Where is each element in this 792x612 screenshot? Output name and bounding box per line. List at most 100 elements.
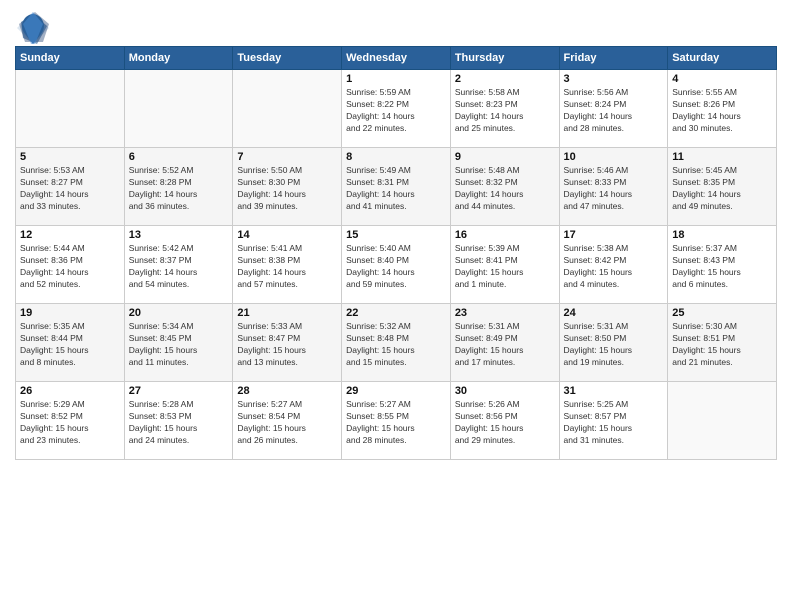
calendar-cell: 3 Sunrise: 5:56 AM Sunset: 8:24 PM Daylig… — [559, 70, 668, 148]
calendar-cell: 13Sunrise: 5:42 AM Sunset: 8:37 PM Dayli… — [124, 226, 233, 304]
calendar-cell: 18 Sunrise: 5:37 AM Sunset: 8:43 PM Dayli… — [668, 226, 777, 304]
calendar-cell: 25 Sunrise: 5:30 AM Sunset: 8:51 PM Dayli… — [668, 304, 777, 382]
day-number: 17 — [564, 229, 664, 241]
calendar-week-row: 12Sunrise: 5:44 AM Sunset: 8:36 PM Dayli… — [16, 226, 777, 304]
calendar-cell: 28 Sunrise: 5:27 AM Sunset: 8:54 PM Dayli… — [233, 382, 342, 460]
day-number: 4 — [672, 73, 772, 85]
day-info: Sunrise: 5:27 AM Sunset: 8:55 PM Dayligh… — [346, 399, 446, 447]
weekday-header: Tuesday — [233, 47, 342, 70]
calendar-cell: 15 Sunrise: 5:40 AM Sunset: 8:40 PM Dayli… — [342, 226, 451, 304]
day-number: 26 — [20, 385, 120, 397]
calendar-table: SundayMondayTuesdayWednesdayThursdayFrid… — [15, 46, 777, 460]
day-info: Sunrise: 5:58 AM Sunset: 8:23 PM Dayligh… — [455, 87, 555, 135]
day-info: Sunrise: 5:59 AM Sunset: 8:22 PM Dayligh… — [346, 87, 446, 135]
calendar-cell: 1 Sunrise: 5:59 AM Sunset: 8:22 PM Daylig… — [342, 70, 451, 148]
weekday-header: Friday — [559, 47, 668, 70]
day-info: Sunrise: 5:45 AM Sunset: 8:35 PM Dayligh… — [672, 165, 772, 213]
day-number: 29 — [346, 385, 446, 397]
day-info: Sunrise: 5:30 AM Sunset: 8:51 PM Dayligh… — [672, 321, 772, 369]
weekday-header: Wednesday — [342, 47, 451, 70]
day-number: 14 — [237, 229, 337, 241]
calendar-cell: 27 Sunrise: 5:28 AM Sunset: 8:53 PM Dayli… — [124, 382, 233, 460]
day-number: 31 — [564, 385, 664, 397]
day-info: Sunrise: 5:41 AM Sunset: 8:38 PM Dayligh… — [237, 243, 337, 291]
day-info: Sunrise: 5:40 AM Sunset: 8:40 PM Dayligh… — [346, 243, 446, 291]
day-number: 7 — [237, 151, 337, 163]
logo-icon — [15, 10, 43, 38]
day-number: 1 — [346, 73, 446, 85]
calendar-cell: 12Sunrise: 5:44 AM Sunset: 8:36 PM Dayli… — [16, 226, 125, 304]
day-info: Sunrise: 5:27 AM Sunset: 8:54 PM Dayligh… — [237, 399, 337, 447]
day-info: Sunrise: 5:28 AM Sunset: 8:53 PM Dayligh… — [129, 399, 229, 447]
calendar-cell: 6Sunrise: 5:52 AM Sunset: 8:28 PM Daylig… — [124, 148, 233, 226]
header — [15, 10, 777, 38]
day-number: 3 — [564, 73, 664, 85]
calendar-cell: 10 Sunrise: 5:46 AM Sunset: 8:33 PM Dayli… — [559, 148, 668, 226]
weekday-header: Sunday — [16, 47, 125, 70]
day-info: Sunrise: 5:50 AM Sunset: 8:30 PM Dayligh… — [237, 165, 337, 213]
day-info: Sunrise: 5:38 AM Sunset: 8:42 PM Dayligh… — [564, 243, 664, 291]
day-number: 21 — [237, 307, 337, 319]
day-info: Sunrise: 5:29 AM Sunset: 8:52 PM Dayligh… — [20, 399, 120, 447]
day-info: Sunrise: 5:46 AM Sunset: 8:33 PM Dayligh… — [564, 165, 664, 213]
calendar-cell: 2 Sunrise: 5:58 AM Sunset: 8:23 PM Daylig… — [450, 70, 559, 148]
weekday-header: Monday — [124, 47, 233, 70]
weekday-header-row: SundayMondayTuesdayWednesdayThursdayFrid… — [16, 47, 777, 70]
day-number: 8 — [346, 151, 446, 163]
day-info: Sunrise: 5:25 AM Sunset: 8:57 PM Dayligh… — [564, 399, 664, 447]
day-info: Sunrise: 5:34 AM Sunset: 8:45 PM Dayligh… — [129, 321, 229, 369]
calendar-cell: 31 Sunrise: 5:25 AM Sunset: 8:57 PM Dayli… — [559, 382, 668, 460]
day-number: 12 — [20, 229, 120, 241]
day-number: 27 — [129, 385, 229, 397]
calendar-cell — [16, 70, 125, 148]
day-number: 15 — [346, 229, 446, 241]
day-info: Sunrise: 5:37 AM Sunset: 8:43 PM Dayligh… — [672, 243, 772, 291]
day-number: 5 — [20, 151, 120, 163]
day-info: Sunrise: 5:42 AM Sunset: 8:37 PM Dayligh… — [129, 243, 229, 291]
day-info: Sunrise: 5:33 AM Sunset: 8:47 PM Dayligh… — [237, 321, 337, 369]
day-number: 23 — [455, 307, 555, 319]
day-info: Sunrise: 5:56 AM Sunset: 8:24 PM Dayligh… — [564, 87, 664, 135]
calendar-cell: 7 Sunrise: 5:50 AM Sunset: 8:30 PM Daylig… — [233, 148, 342, 226]
logo — [15, 10, 45, 38]
weekday-header: Saturday — [668, 47, 777, 70]
day-number: 16 — [455, 229, 555, 241]
calendar-cell: 8Sunrise: 5:49 AM Sunset: 8:31 PM Daylig… — [342, 148, 451, 226]
calendar-cell: 24 Sunrise: 5:31 AM Sunset: 8:50 PM Dayli… — [559, 304, 668, 382]
calendar-cell: 20 Sunrise: 5:34 AM Sunset: 8:45 PM Dayli… — [124, 304, 233, 382]
day-info: Sunrise: 5:53 AM Sunset: 8:27 PM Dayligh… — [20, 165, 120, 213]
calendar-cell — [233, 70, 342, 148]
day-number: 11 — [672, 151, 772, 163]
day-number: 30 — [455, 385, 555, 397]
calendar-cell: 11 Sunrise: 5:45 AM Sunset: 8:35 PM Dayli… — [668, 148, 777, 226]
calendar-cell: 16 Sunrise: 5:39 AM Sunset: 8:41 PM Dayli… — [450, 226, 559, 304]
weekday-header: Thursday — [450, 47, 559, 70]
calendar-cell: 5 Sunrise: 5:53 AM Sunset: 8:27 PM Daylig… — [16, 148, 125, 226]
calendar-cell: 17 Sunrise: 5:38 AM Sunset: 8:42 PM Dayli… — [559, 226, 668, 304]
day-info: Sunrise: 5:31 AM Sunset: 8:50 PM Dayligh… — [564, 321, 664, 369]
calendar-cell: 22Sunrise: 5:32 AM Sunset: 8:48 PM Dayli… — [342, 304, 451, 382]
calendar-cell — [668, 382, 777, 460]
calendar-cell: 23Sunrise: 5:31 AM Sunset: 8:49 PM Dayli… — [450, 304, 559, 382]
calendar-cell: 19Sunrise: 5:35 AM Sunset: 8:44 PM Dayli… — [16, 304, 125, 382]
day-number: 25 — [672, 307, 772, 319]
day-number: 20 — [129, 307, 229, 319]
day-number: 24 — [564, 307, 664, 319]
day-info: Sunrise: 5:35 AM Sunset: 8:44 PM Dayligh… — [20, 321, 120, 369]
calendar-cell: 29 Sunrise: 5:27 AM Sunset: 8:55 PM Dayli… — [342, 382, 451, 460]
day-number: 6 — [129, 151, 229, 163]
day-info: Sunrise: 5:39 AM Sunset: 8:41 PM Dayligh… — [455, 243, 555, 291]
day-number: 10 — [564, 151, 664, 163]
calendar-cell: 30Sunrise: 5:26 AM Sunset: 8:56 PM Dayli… — [450, 382, 559, 460]
calendar-cell: 21 Sunrise: 5:33 AM Sunset: 8:47 PM Dayli… — [233, 304, 342, 382]
day-number: 18 — [672, 229, 772, 241]
calendar-cell: 14 Sunrise: 5:41 AM Sunset: 8:38 PM Dayli… — [233, 226, 342, 304]
day-number: 9 — [455, 151, 555, 163]
day-number: 2 — [455, 73, 555, 85]
calendar-cell: 9Sunrise: 5:48 AM Sunset: 8:32 PM Daylig… — [450, 148, 559, 226]
day-number: 28 — [237, 385, 337, 397]
calendar-week-row: 1 Sunrise: 5:59 AM Sunset: 8:22 PM Daylig… — [16, 70, 777, 148]
calendar-cell — [124, 70, 233, 148]
day-info: Sunrise: 5:32 AM Sunset: 8:48 PM Dayligh… — [346, 321, 446, 369]
calendar-week-row: 19Sunrise: 5:35 AM Sunset: 8:44 PM Dayli… — [16, 304, 777, 382]
